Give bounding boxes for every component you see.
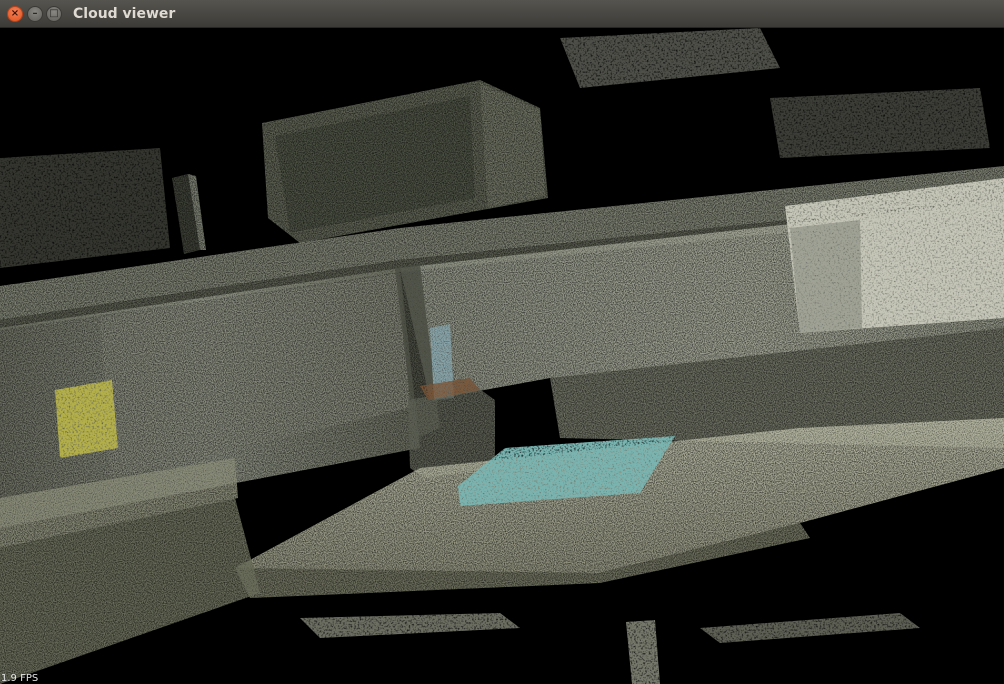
point-cloud-render bbox=[0, 28, 1004, 684]
maximize-button[interactable]: □ bbox=[46, 6, 62, 22]
maximize-icon: □ bbox=[49, 8, 59, 19]
close-icon: × bbox=[10, 8, 20, 19]
point-cloud-viewport[interactable]: 1.9 FPS bbox=[0, 28, 1004, 684]
minimize-icon: – bbox=[32, 8, 38, 19]
window-title: Cloud viewer bbox=[73, 6, 176, 22]
title-bar[interactable]: × – □ Cloud viewer bbox=[0, 0, 1004, 28]
app-window: × – □ Cloud viewer 1.9 FPS bbox=[0, 0, 1004, 684]
fps-counter: 1.9 FPS bbox=[1, 673, 39, 684]
close-button[interactable]: × bbox=[7, 6, 23, 22]
minimize-button[interactable]: – bbox=[27, 6, 43, 22]
